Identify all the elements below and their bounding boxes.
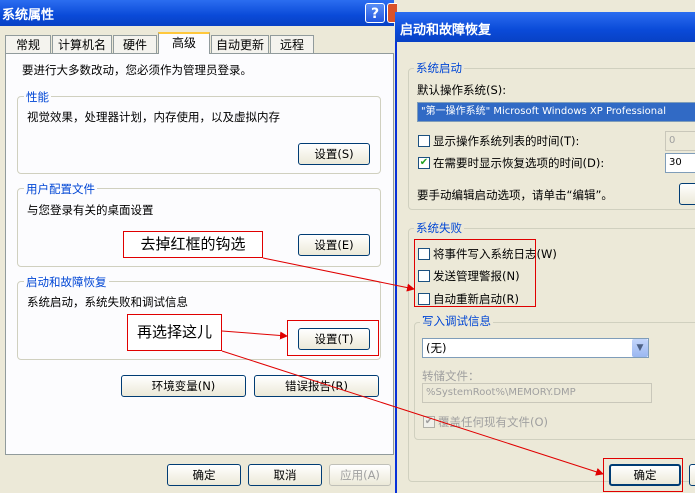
- arrow-to-checkboxes: [262, 257, 415, 292]
- arrow-to-settings: [221, 330, 288, 340]
- arrow-to-ok: [221, 350, 604, 476]
- annotation-arrows: [221, 257, 604, 476]
- tab-advanced[interactable]: 高级: [158, 32, 210, 54]
